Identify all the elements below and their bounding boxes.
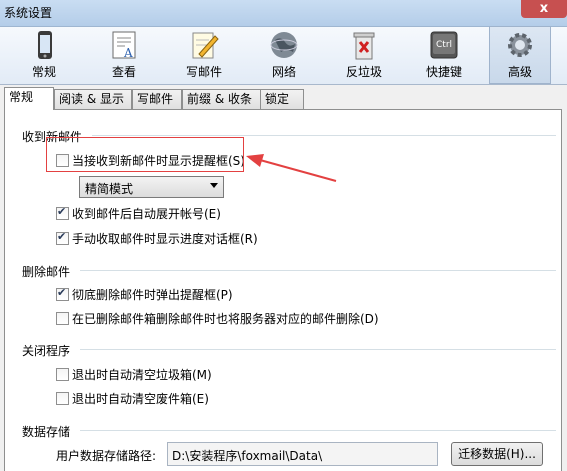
reminder-mode-select[interactable]: 精简模式 xyxy=(79,176,224,198)
show-progress-checkbox[interactable] xyxy=(56,230,69,245)
group-divider xyxy=(80,430,556,431)
clear-junk-label: 退出时自动清空垃圾箱(M) xyxy=(72,368,212,382)
clear-junk-checkbox[interactable] xyxy=(56,368,69,381)
clear-trash-checkbox[interactable] xyxy=(56,392,69,405)
data-path-value: D:\安装程序\foxmail\Data\ xyxy=(172,449,323,463)
group-label-close-program: 关闭程序 xyxy=(22,344,71,358)
tab-lock[interactable]: 锁定 xyxy=(260,89,304,109)
delete-server-label: 在已删除邮件箱删除邮件时也将服务器对应的邮件删除(D) xyxy=(72,312,379,326)
popup-on-delete-checkbox[interactable] xyxy=(56,286,69,301)
toolbar-label: 写邮件 xyxy=(185,65,222,79)
group-divider xyxy=(80,270,556,271)
show-progress-label: 手动收取邮件时显示进度对话框(R) xyxy=(72,232,258,246)
auto-expand-label: 收到邮件后自动展开帐号(E) xyxy=(72,207,221,221)
toolbar-item-network[interactable]: 网络 xyxy=(254,27,314,83)
trash-icon xyxy=(347,30,381,60)
toolbar-label: 反垃圾 xyxy=(345,65,382,79)
book-icon: A xyxy=(107,30,141,60)
migrate-data-button[interactable]: 迁移数据(H)... xyxy=(451,442,543,466)
title-bar: 系统设置 x xyxy=(0,0,567,27)
group-label-delete-mail: 删除邮件 xyxy=(22,265,71,279)
toolbar-label: 常规 xyxy=(31,65,56,79)
data-path-field[interactable]: D:\安装程序\foxmail\Data\ xyxy=(167,442,438,466)
data-path-label: 用户数据存储路径: xyxy=(56,449,157,463)
toolbar-label: 查看 xyxy=(111,65,136,79)
toolbar-label: 快捷键 xyxy=(425,65,462,79)
auto-expand-checkbox[interactable] xyxy=(56,205,69,220)
gear-icon xyxy=(503,30,537,60)
toolbar-item-shortcuts[interactable]: Ctrl 快捷键 xyxy=(414,27,474,83)
delete-server-checkbox[interactable] xyxy=(56,312,69,325)
chevron-down-icon xyxy=(210,183,218,188)
phone-icon xyxy=(27,30,61,60)
toolbar-item-advanced[interactable]: 高级 xyxy=(489,26,551,84)
toolbar-item-general[interactable]: 常规 xyxy=(14,27,74,83)
ctrl-key-icon: Ctrl xyxy=(427,30,461,60)
settings-toolbar: 常规 A 查看 写邮件 网络 反垃圾 Ctrl 快捷键 高级 xyxy=(0,26,567,85)
toolbar-item-compose[interactable]: 写邮件 xyxy=(174,27,234,83)
group-divider xyxy=(80,349,556,350)
tab-read-display[interactable]: 阅读 & 显示 xyxy=(54,89,132,109)
close-button[interactable]: x xyxy=(521,0,567,18)
globe-icon xyxy=(267,30,301,60)
ctrl-key-text: Ctrl xyxy=(436,40,452,50)
window-title: 系统设置 xyxy=(4,6,53,20)
popup-on-delete-label: 彻底删除邮件时弹出提醒框(P) xyxy=(72,288,233,302)
svg-text:A: A xyxy=(123,46,133,60)
group-label-data-storage: 数据存储 xyxy=(22,425,71,439)
annotation-highlight-box xyxy=(46,137,244,172)
reminder-mode-value: 精简模式 xyxy=(85,182,134,196)
group-divider xyxy=(92,135,556,136)
toolbar-item-view[interactable]: A 查看 xyxy=(94,27,154,83)
tab-general[interactable]: 常规 xyxy=(4,87,54,110)
toolbar-label: 高级 xyxy=(507,65,532,79)
tab-compose[interactable]: 写邮件 xyxy=(132,89,182,109)
close-icon: x xyxy=(539,1,549,16)
toolbar-label: 网络 xyxy=(271,65,296,79)
toolbar-item-antispam[interactable]: 反垃圾 xyxy=(334,27,394,83)
clear-trash-label: 退出时自动清空废件箱(E) xyxy=(72,392,209,406)
notepad-pencil-icon xyxy=(187,30,221,60)
tab-prefix-receipt[interactable]: 前缀 & 收条 xyxy=(182,89,262,109)
